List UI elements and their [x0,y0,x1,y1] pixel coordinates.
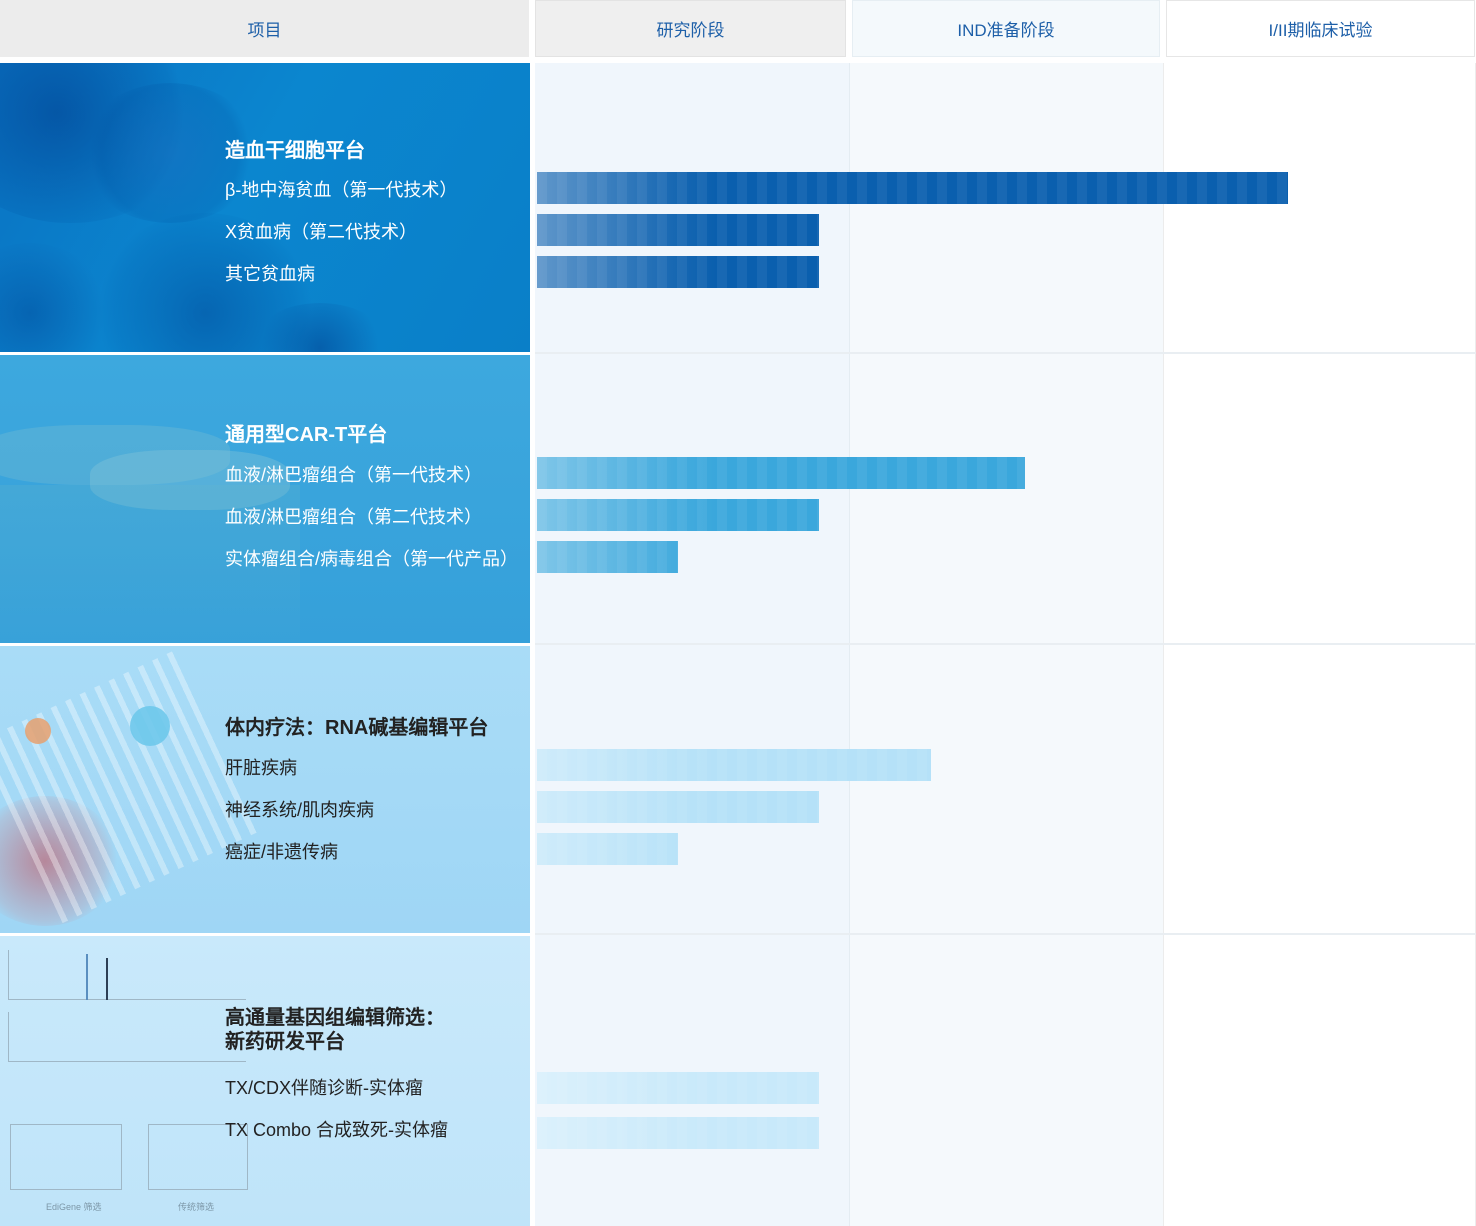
section-rna-platform: 体内疗法：RNA碱基编辑平台 肝脏疾病 神经系统/肌肉疾病 癌症/非遗传病 [0,646,530,933]
progress-bar [537,172,1288,204]
header-clinical-stage: I/II期临床试验 [1166,0,1475,57]
background-chart [8,1012,246,1062]
section-title: 通用型CAR-T平台 [225,424,388,446]
cell-decoration [0,243,110,352]
progress-bar [537,541,678,573]
background-chart [10,1124,122,1190]
progress-bar [537,1072,819,1104]
section-screening-platform: EdiGene 筛选 传统筛选 高通量基因组编辑筛选： 新药研发平台 TX/CD… [0,936,530,1226]
section-title: 造血干细胞平台 [225,140,365,162]
project-label: 实体瘤组合/病毒组合（第一代产品） [225,549,518,569]
project-label: β-地中海贫血（第一代技术） [225,180,458,200]
project-label: 血液/淋巴瘤组合（第二代技术） [225,507,482,527]
progress-bar [537,1117,819,1149]
progress-bar [537,499,819,531]
project-label: TX Combo 合成致死-实体瘤 [225,1120,449,1140]
project-label: 神经系统/肌肉疾病 [225,800,375,820]
progress-bar [537,256,819,288]
progress-bar [537,457,1025,489]
project-label: X贫血病（第二代技术） [225,222,418,242]
section-title: 新药研发平台 [225,1031,345,1053]
section-title: 体内疗法：RNA碱基编辑平台 [225,717,489,739]
background-chart-caption: EdiGene 筛选 [46,1202,102,1212]
header-item: 项目 [0,0,529,57]
progress-bar [537,749,931,781]
header-research-stage: 研究阶段 [535,0,846,57]
background-chart-caption: 传统筛选 [178,1202,215,1212]
row-divider [535,352,1476,354]
progress-bar [537,214,819,246]
row-divider [535,933,1476,935]
background-chart-peak [86,954,88,1000]
section-hsc-platform: 造血干细胞平台 β-地中海贫血（第一代技术） X贫血病（第二代技术） 其它贫血病 [0,63,530,352]
background-chart-peak [106,958,108,1000]
project-label: 癌症/非遗传病 [225,842,339,862]
project-label: 其它贫血病 [225,264,315,284]
project-label: TX/CDX伴随诊断-实体瘤 [225,1078,423,1098]
progress-bar [537,833,678,865]
cap-decoration [25,718,51,744]
project-label: 肝脏疾病 [225,758,297,778]
progress-bar [537,791,819,823]
row-divider [535,643,1476,645]
header-ind-stage: IND准备阶段 [852,0,1160,57]
section-car-t-platform: 通用型CAR-T平台 血液/淋巴瘤组合（第一代技术） 血液/淋巴瘤组合（第二代技… [0,355,530,643]
section-title: 高通量基因组编辑筛选： [225,1007,445,1029]
background-chart [8,950,246,1000]
project-label: 血液/淋巴瘤组合（第一代技术） [225,465,482,485]
cap-decoration [130,706,170,746]
